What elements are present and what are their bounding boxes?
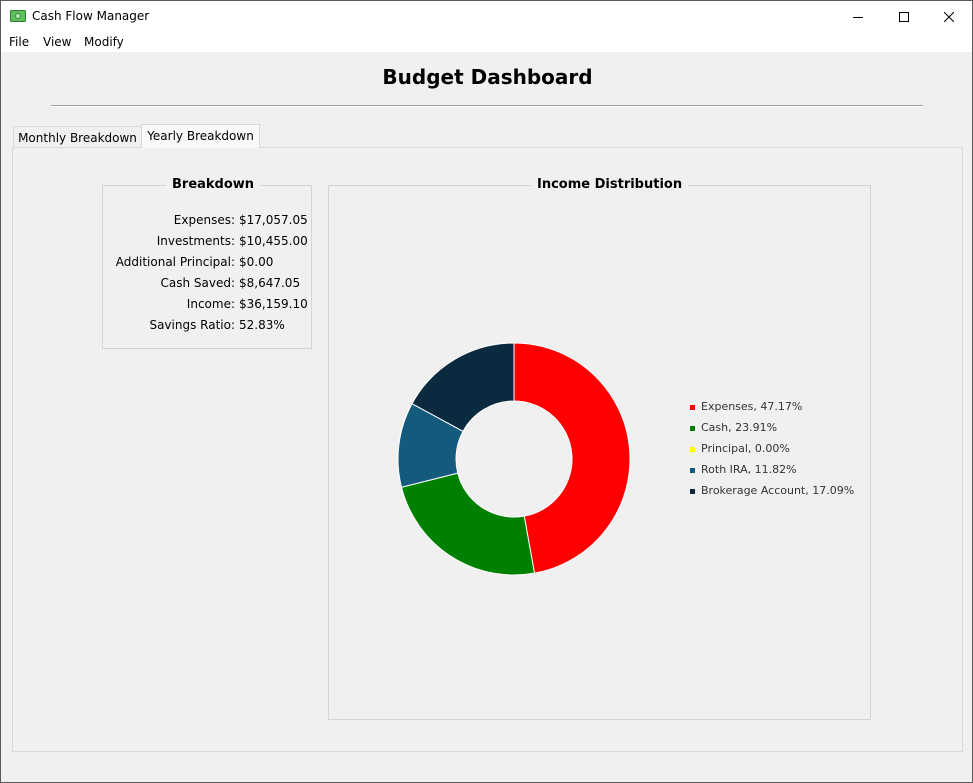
- menu-file[interactable]: File: [7, 35, 31, 49]
- legend-label: Brokerage Account, 17.09%: [701, 484, 855, 497]
- breakdown-label: Additional Principal:: [115, 255, 235, 269]
- maximize-icon: [899, 11, 909, 22]
- legend-label: Principal, 0.00%: [701, 442, 790, 455]
- legend-swatch: [690, 426, 695, 431]
- money-icon: [10, 10, 26, 22]
- breakdown-value: $0.00: [239, 255, 274, 269]
- breakdown-value: $8,647.05: [239, 276, 301, 290]
- breakdown-label: Savings Ratio:: [149, 318, 235, 332]
- income-distribution-group: Income Distribution Expenses, 47.17% Cas…: [328, 177, 871, 720]
- breakdown-row-income: Income: $36,159.10: [103, 297, 311, 313]
- menu-bar: File View Modify: [1, 32, 972, 52]
- legend-label: Roth IRA, 11.82%: [701, 463, 797, 476]
- close-button[interactable]: [926, 1, 972, 32]
- breakdown-group: Breakdown Expenses: $17,057.05 Investmen…: [102, 177, 312, 349]
- menu-view[interactable]: View: [41, 35, 73, 49]
- breakdown-row-savings-ratio: Savings Ratio: 52.83%: [103, 318, 311, 334]
- income-distribution-title: Income Distribution: [531, 177, 689, 192]
- income-donut-chart: [397, 342, 631, 576]
- donut-slice-expenses: [513, 342, 631, 574]
- legend-swatch: [690, 405, 695, 410]
- breakdown-row-additional-principal: Additional Principal: $0.00: [103, 255, 311, 271]
- breakdown-value: $17,057.05: [239, 213, 308, 227]
- minimize-button[interactable]: [835, 1, 881, 32]
- window-title: Cash Flow Manager: [32, 9, 150, 23]
- legend-swatch: [690, 489, 695, 494]
- close-icon: [944, 11, 954, 22]
- status-bar: [1, 772, 972, 782]
- donut-slice-cash: [400, 472, 536, 576]
- title-divider: [51, 105, 923, 107]
- title-bar[interactable]: Cash Flow Manager: [1, 1, 972, 32]
- breakdown-label: Income:: [186, 297, 235, 311]
- legend-label: Expenses, 47.17%: [701, 400, 803, 413]
- breakdown-label: Expenses:: [173, 213, 235, 227]
- breakdown-row-investments: Investments: $10,455.00: [103, 234, 311, 250]
- breakdown-value: 52.83%: [239, 318, 285, 332]
- menu-modify[interactable]: Modify: [82, 35, 126, 49]
- breakdown-row-cash-saved: Cash Saved: $8,647.05: [103, 276, 311, 292]
- breakdown-title: Breakdown: [166, 177, 261, 192]
- page-title: Budget Dashboard: [382, 65, 593, 89]
- maximize-button[interactable]: [881, 1, 927, 32]
- tab-monthly-breakdown[interactable]: Monthly Breakdown: [13, 126, 142, 149]
- minimize-icon: [853, 16, 863, 18]
- legend-swatch: [690, 447, 695, 452]
- breakdown-value: $10,455.00: [239, 234, 308, 248]
- legend-label: Cash, 23.91%: [701, 421, 778, 434]
- breakdown-value: $36,159.10: [239, 297, 308, 311]
- app-window: Cash Flow Manager File View Modify Budge…: [0, 0, 973, 783]
- breakdown-row-expenses: Expenses: $17,057.05: [103, 213, 311, 229]
- tab-yearly-breakdown[interactable]: Yearly Breakdown: [141, 124, 260, 148]
- breakdown-label: Cash Saved:: [160, 276, 235, 290]
- breakdown-label: Investments:: [156, 234, 235, 248]
- legend-swatch: [690, 468, 695, 473]
